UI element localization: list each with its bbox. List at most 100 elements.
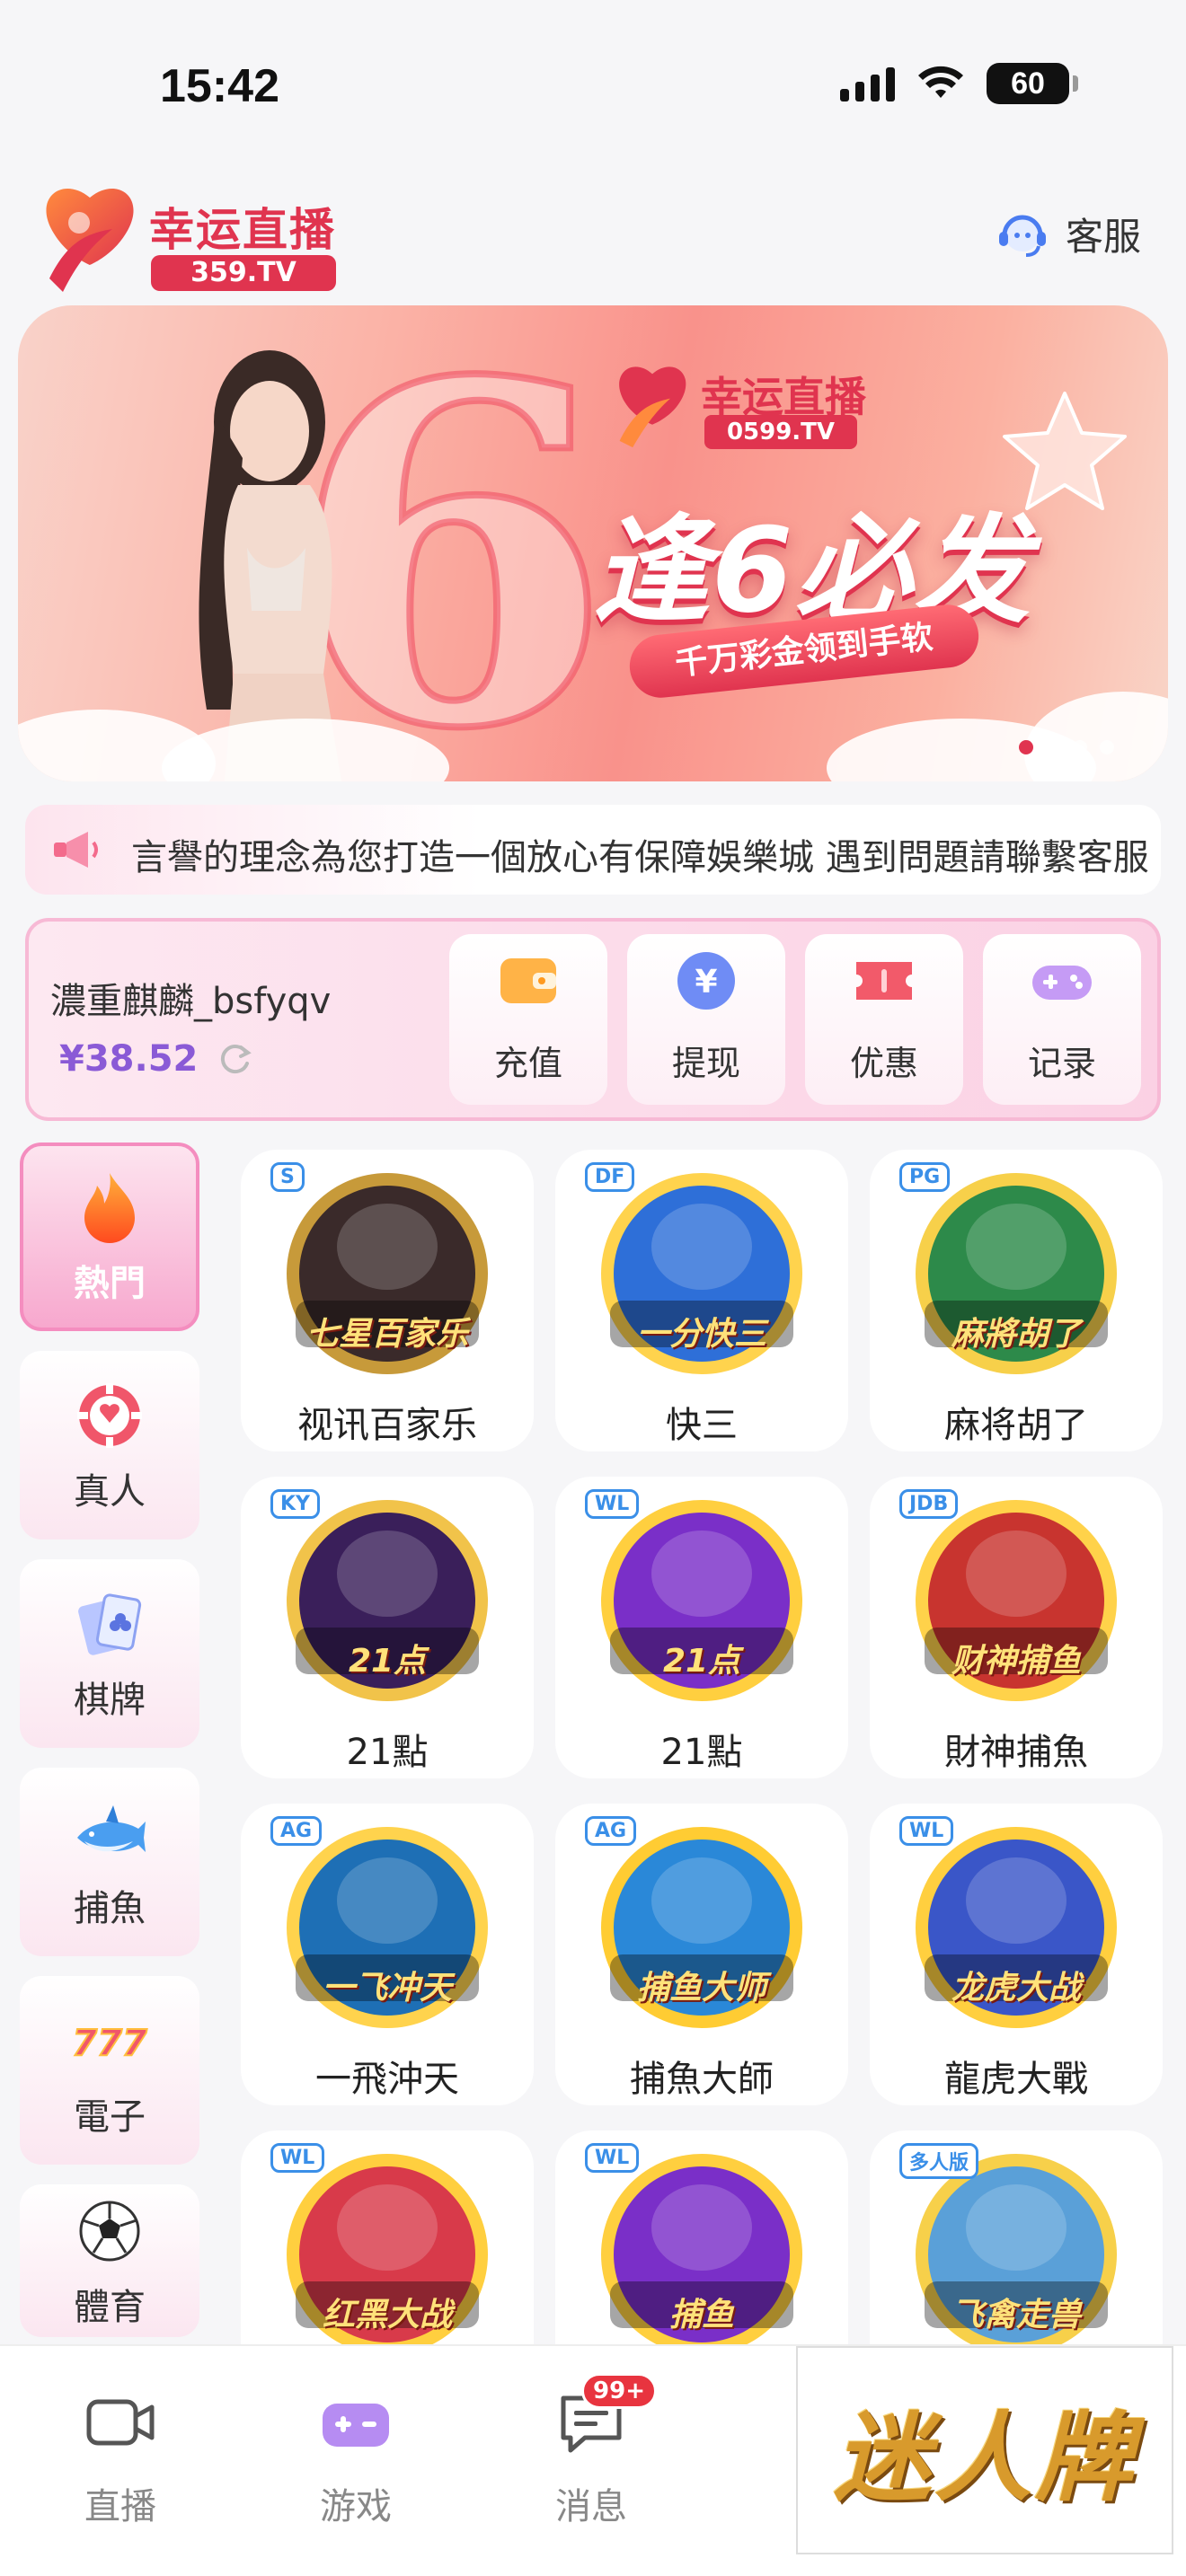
- status-time: 15:42: [160, 60, 279, 112]
- promotions-button[interactable]: 优惠: [805, 934, 963, 1105]
- category-slots[interactable]: 777 電子: [20, 1976, 199, 2165]
- category-hot[interactable]: 熱門: [20, 1142, 199, 1331]
- promotions-label: 优惠: [849, 1044, 918, 1083]
- banner-pagination[interactable]: [1019, 740, 1114, 754]
- game-art-title: 龙虎大战: [951, 1970, 1081, 2007]
- promo-text: 迷人牌: [833, 2402, 1136, 2515]
- category-cards[interactable]: 棋牌: [20, 1559, 199, 1748]
- game-title: 一飛沖天: [315, 2059, 459, 2100]
- gamepad-icon: [323, 2404, 389, 2447]
- nav-games[interactable]: 游戏: [266, 2384, 446, 2529]
- game-thumbnail: 红黑大战 WL: [270, 2143, 495, 2362]
- pagination-dot[interactable]: [1073, 740, 1087, 754]
- game-title: 21點: [346, 1732, 429, 1773]
- playing-cards-icon: [78, 1593, 142, 1655]
- provider-badge: WL: [585, 1489, 640, 1519]
- game-card[interactable]: 一飞冲天 AG 一飛沖天: [241, 1804, 534, 2105]
- provider-badge: AG: [585, 1816, 637, 1846]
- announcement-marquee[interactable]: 言譽的理念為您打造一個放心有保障娛樂城 遇到問題請聯繫客服: [25, 805, 1161, 895]
- game-art-title: 一分快三: [636, 1316, 766, 1353]
- game-title: 財神捕魚: [944, 1732, 1088, 1773]
- game-thumbnail: 财神捕鱼 JDB: [899, 1489, 1124, 1708]
- app-logo[interactable]: 幸运直播 359.TV: [36, 180, 341, 296]
- game-title: 捕魚大師: [630, 2059, 774, 2100]
- pagination-dot[interactable]: [1019, 740, 1033, 754]
- star-decoration-icon: [1003, 392, 1127, 510]
- game-thumbnail: 捕鱼 WL: [585, 2143, 810, 2362]
- game-card[interactable]: 麻將胡了 PG 麻将胡了: [870, 1150, 1163, 1451]
- refresh-icon[interactable]: [216, 1040, 253, 1078]
- phoenix-logo-icon: [619, 366, 686, 448]
- game-card[interactable]: 一分快三 DF 快三: [555, 1150, 848, 1451]
- poker-chip-icon: [77, 1383, 142, 1448]
- customer-service-button[interactable]: 客服: [994, 205, 1141, 262]
- game-thumbnail: 一分快三 DF: [585, 1162, 810, 1381]
- username: 濃重麒麟_bsfyqv: [50, 981, 332, 1022]
- records-label: 记录: [1027, 1044, 1096, 1083]
- game-card[interactable]: 21点 KY 21點: [241, 1477, 534, 1778]
- wallet-panel: 濃重麒麟_bsfyqv ¥38.52 充值 ¥ 提现 优惠 记录: [25, 918, 1161, 1121]
- category-label: 捕魚: [74, 1888, 146, 1929]
- nav-messages[interactable]: 99+ 消息: [501, 2373, 681, 2529]
- header: 幸运直播 359.TV 客服: [0, 171, 1186, 305]
- category-label: 棋牌: [74, 1680, 146, 1721]
- game-card[interactable]: 21点 WL 21點: [555, 1477, 848, 1778]
- deposit-button[interactable]: 充值: [449, 934, 607, 1105]
- megaphone-icon: [54, 832, 98, 868]
- game-thumbnail: 21点 KY: [270, 1489, 495, 1708]
- logo-subtitle: 359.TV: [151, 255, 336, 291]
- provider-badge: KY: [270, 1489, 320, 1519]
- game-card[interactable]: 七星百家乐 S 视讯百家乐: [241, 1150, 534, 1451]
- category-live-casino[interactable]: 真人: [20, 1351, 199, 1539]
- provider-badge: JDB: [899, 1489, 959, 1519]
- category-label: 熱門: [74, 1263, 146, 1304]
- banner-model-image: [199, 350, 341, 781]
- video-camera-icon: [86, 2399, 155, 2446]
- game-thumbnail: 七星百家乐 S: [270, 1162, 495, 1381]
- provider-badge: WL: [585, 2143, 640, 2173]
- withdraw-button[interactable]: ¥ 提现: [627, 934, 785, 1105]
- provider-badge: WL: [899, 1816, 954, 1846]
- withdraw-label: 提现: [671, 1044, 740, 1083]
- svg-text:777: 777: [72, 2023, 147, 2064]
- headset-icon: [998, 215, 1046, 257]
- game-title: 麻将胡了: [944, 1405, 1088, 1446]
- slot-777-icon: 777: [71, 2022, 148, 2065]
- unread-badge: 99+: [581, 2373, 657, 2409]
- logo-title: 幸运直播: [149, 204, 336, 256]
- game-thumbnail: 飞禽走兽 多人版: [899, 2143, 1124, 2362]
- provider-badge: AG: [270, 1816, 323, 1846]
- promo-overlay[interactable]: 迷人牌: [796, 2346, 1173, 2554]
- game-art-title: 捕鱼: [668, 2297, 734, 2333]
- category-fishing[interactable]: 捕魚: [20, 1768, 199, 1956]
- game-card[interactable]: 龙虎大战 WL 龍虎大戰: [870, 1804, 1163, 2105]
- provider-badge: S: [270, 1162, 305, 1192]
- balance-row: ¥38.52: [59, 1038, 253, 1080]
- flame-icon: [84, 1173, 135, 1243]
- deposit-label: 充值: [493, 1044, 562, 1083]
- banner-logo-subtitle: 0599.TV: [704, 415, 857, 449]
- game-card[interactable]: 财神捕鱼 JDB 財神捕魚: [870, 1477, 1163, 1778]
- customer-service-label: 客服: [1065, 214, 1141, 259]
- game-title: 龍虎大戰: [944, 2059, 1088, 2100]
- cellular-signal-icon: [840, 66, 895, 101]
- wallet-actions: 充值 ¥ 提现 优惠 记录: [449, 934, 1141, 1105]
- game-art-title: 捕鱼大师: [636, 1970, 766, 2007]
- pagination-dot[interactable]: [1100, 740, 1114, 754]
- battery-indicator: 60: [987, 63, 1078, 104]
- gamepad-icon: [1032, 966, 1092, 1000]
- shark-icon: [77, 1805, 146, 1852]
- records-button[interactable]: 记录: [983, 934, 1141, 1105]
- chat-icon-wrap: 99+: [553, 2373, 657, 2461]
- game-card[interactable]: 捕鱼大师 AG 捕魚大師: [555, 1804, 848, 2105]
- category-sports[interactable]: 體育: [20, 2184, 199, 2337]
- pagination-dot[interactable]: [1046, 740, 1060, 754]
- svg-text:¥: ¥: [695, 964, 717, 1001]
- nav-live[interactable]: 直播: [31, 2384, 210, 2529]
- nav-label: 消息: [555, 2486, 627, 2527]
- phoenix-logo-icon: [46, 188, 134, 292]
- promo-banner[interactable]: 6 幸运直播 0599.TV 逢6必发 千万彩金领到手软: [18, 305, 1168, 781]
- game-title: 视讯百家乐: [297, 1405, 477, 1446]
- banner-logo: 幸运直播 0599.TV: [611, 359, 898, 467]
- nav-label: 直播: [84, 2486, 156, 2527]
